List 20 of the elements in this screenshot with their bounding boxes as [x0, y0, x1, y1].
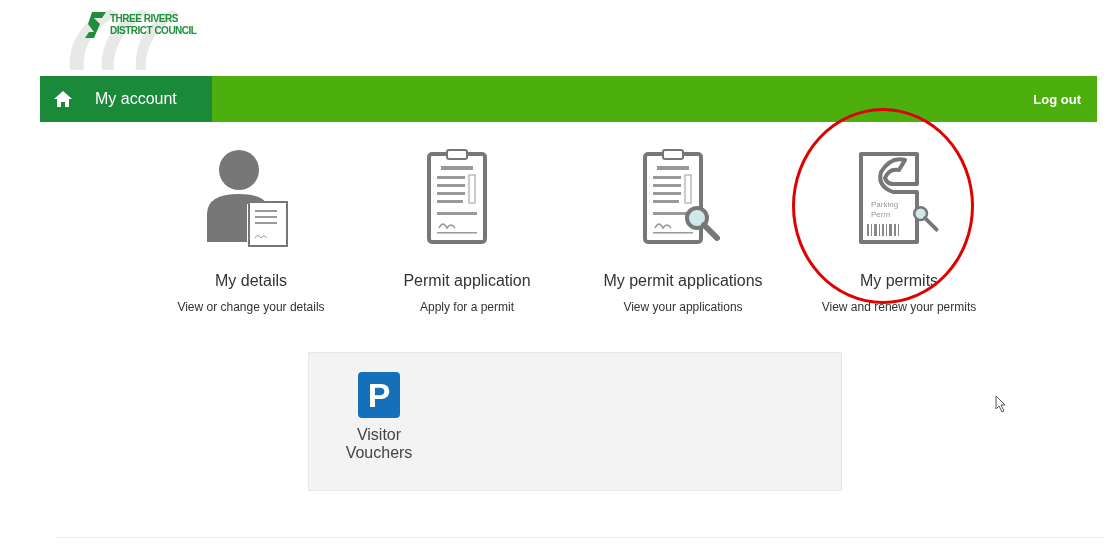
- card-title[interactable]: My details: [215, 272, 287, 290]
- card-title[interactable]: My permit applications: [603, 272, 763, 290]
- logo-text: THREE RIVERS: [110, 13, 179, 25]
- my-account-link[interactable]: My account: [40, 76, 212, 122]
- home-icon: [53, 90, 73, 108]
- tile-label: Visitor Vouchers: [344, 426, 414, 462]
- icon-caption: Perm: [871, 210, 891, 219]
- cursor-icon: [995, 395, 1007, 413]
- card-title[interactable]: My permits: [859, 272, 939, 290]
- icon-caption: Parking: [871, 200, 899, 209]
- card-description: View and renew your permits: [821, 300, 977, 314]
- card-title[interactable]: Permit application: [403, 272, 531, 290]
- parking-icon: P: [358, 372, 400, 418]
- card-description: View or change your details: [177, 300, 325, 314]
- card-description: View your applications: [623, 300, 743, 314]
- council-logo[interactable]: THREE RIVERS DISTRICT COUNCIL: [50, 0, 220, 70]
- logo-mark-icon: [84, 10, 108, 40]
- card-description: Apply for a permit: [419, 300, 514, 314]
- logo-text: DISTRICT COUNCIL: [110, 25, 197, 37]
- visitor-vouchers-tile[interactable]: P Visitor Vouchers: [343, 372, 415, 490]
